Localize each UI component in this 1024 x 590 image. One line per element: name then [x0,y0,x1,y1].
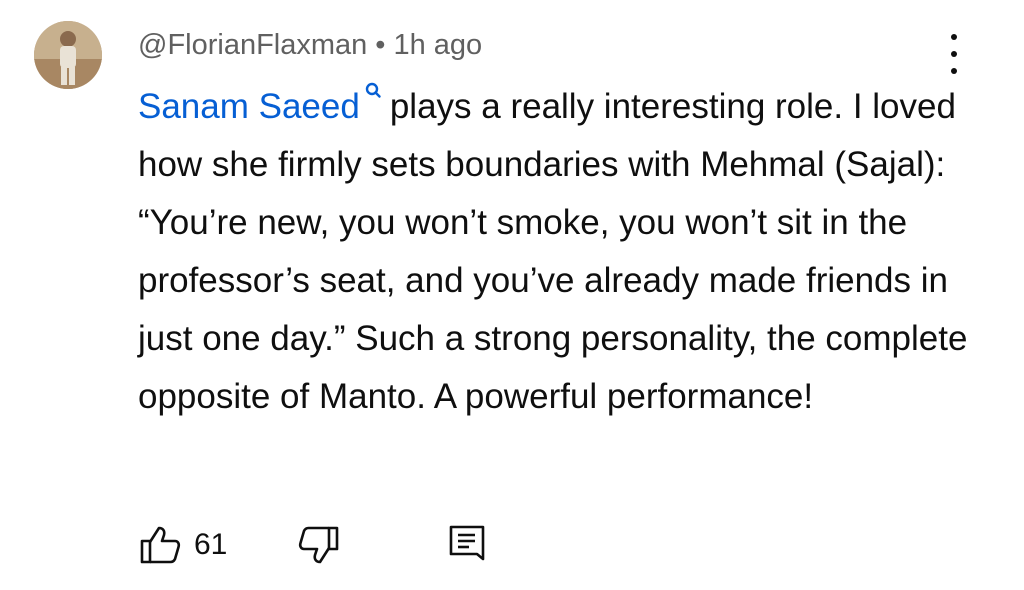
comment-time[interactable]: 1h ago [393,29,482,61]
comment-text: plays a really interesting role. I loved… [138,87,968,416]
more-vert-icon[interactable] [939,34,969,74]
comment-actions: 61 [138,521,487,569]
dislike-button[interactable] [297,525,341,565]
reply-button[interactable] [447,523,487,567]
avatar[interactable] [34,21,102,89]
comment-meta: @FlorianFlaxman • 1h ago [138,26,482,64]
author-name[interactable]: @FlorianFlaxman [138,29,367,61]
comment-reply-icon [450,525,485,561]
mention-link[interactable]: Sanam Saeed [138,87,360,126]
thumbs-down-icon [299,526,339,564]
like-count: 61 [194,528,228,561]
search-icon [365,82,381,98]
meta-separator: • [375,29,386,61]
thumbs-up-icon [140,526,181,564]
comment-body: Sanam Saeed plays a really interesting r… [138,78,968,426]
like-button[interactable]: 61 [138,525,227,565]
